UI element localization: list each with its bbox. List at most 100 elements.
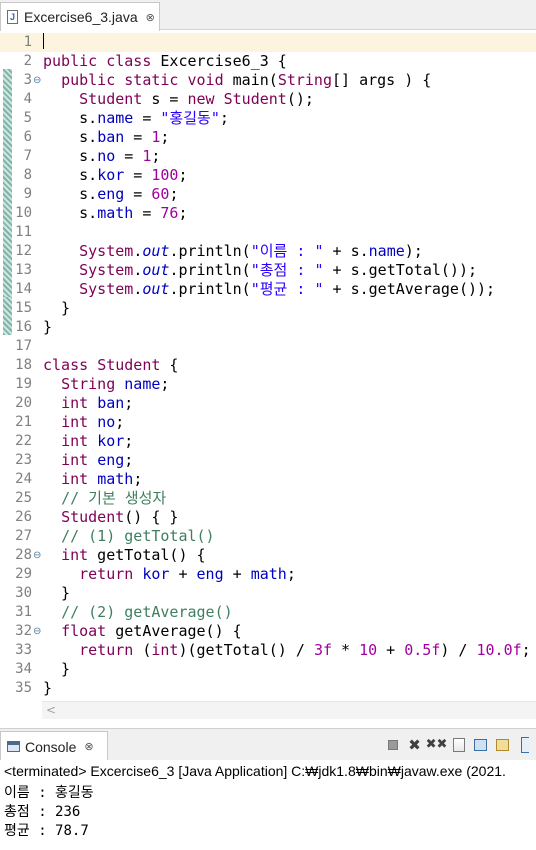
line-number: 23	[15, 452, 32, 468]
line-number: 19	[15, 376, 32, 392]
code-text: s.eng = 60;	[43, 185, 179, 203]
code-line[interactable]: 6 s.ban = 1;	[0, 128, 536, 147]
clear-console-icon[interactable]	[449, 735, 468, 754]
remove-launch-icon[interactable]: ✖	[405, 735, 424, 754]
code-line[interactable]: 9 s.eng = 60;	[0, 185, 536, 204]
display-console-icon[interactable]	[515, 735, 534, 754]
code-text: return (int)(getTotal() / 3f * 10 + 0.5f…	[79, 641, 531, 659]
code-text: Student s = new Student();	[79, 90, 314, 108]
close-icon[interactable]: ⊗	[84, 740, 93, 753]
line-number: 25	[15, 490, 32, 506]
stop-icon[interactable]	[383, 735, 402, 754]
code-line[interactable]: 20 int ban;	[0, 394, 536, 413]
scroll-left-icon[interactable]: <	[46, 703, 56, 717]
fold-toggle-icon[interactable]: ⊖	[33, 622, 41, 641]
code-line[interactable]: 28 ⊖ int getTotal() {	[0, 546, 536, 565]
code-editor[interactable]: 1 2 public class Excercise6_3 {3 ⊖ public s…	[0, 31, 536, 701]
code-line[interactable]: 17	[0, 337, 536, 356]
line-number: 4	[23, 91, 32, 107]
code-text: s.ban = 1;	[43, 128, 170, 146]
java-file-icon: J	[7, 10, 18, 24]
code-text: int no;	[61, 413, 125, 431]
code-line[interactable]: 32 ⊖ float getAverage() {	[0, 622, 536, 641]
line-number: 2	[23, 53, 32, 69]
code-line[interactable]: 10 s.math = 76;	[0, 204, 536, 223]
editor-tab[interactable]: J Excercise6_3.java ⊗	[0, 2, 160, 31]
code-line[interactable]: 31 // (2) getAverage()	[0, 603, 536, 622]
code-line[interactable]: 24 int math;	[0, 470, 536, 489]
code-text: class Student {	[43, 356, 179, 374]
line-number: 14	[15, 281, 32, 297]
code-text: s.no = 1;	[43, 147, 161, 165]
console-status: <terminated> Excercise6_3 [Java Applicat…	[4, 763, 506, 779]
console-toolbar: ✖ ✖✖	[383, 735, 534, 754]
code-line[interactable]: 27 // (1) getTotal()	[0, 527, 536, 546]
code-line[interactable]: 33 return (int)(getTotal() / 3f * 10 + 0…	[0, 641, 536, 660]
code-line[interactable]: 22 int kor;	[0, 432, 536, 451]
code-line[interactable]: 16}	[0, 318, 536, 337]
code-line[interactable]: 30 }	[0, 584, 536, 603]
code-text: float getAverage() {	[61, 622, 242, 640]
code-line[interactable]: 5 s.name = "홍길동";	[0, 109, 536, 128]
line-number: 6	[23, 129, 32, 145]
code-line[interactable]: 15 }	[0, 299, 536, 318]
line-number: 29	[15, 566, 32, 582]
code-text: s.kor = 100;	[43, 166, 188, 184]
remove-all-terminated-icon[interactable]: ✖✖	[426, 735, 448, 754]
code-line[interactable]: 23 int eng;	[0, 451, 536, 470]
code-line[interactable]: 13 System.out.println("총점 : " + s.getTot…	[0, 261, 536, 280]
pin-console-icon[interactable]	[493, 735, 512, 754]
fold-toggle-icon[interactable]: ⊖	[33, 71, 41, 90]
line-number: 27	[15, 528, 32, 544]
fold-toggle-icon[interactable]: ⊖	[33, 546, 41, 565]
line-number: 5	[23, 110, 32, 126]
code-line[interactable]: 35}	[0, 679, 536, 698]
line-number: 33	[15, 642, 32, 658]
code-line[interactable]: 14 System.out.println("평균 : " + s.getAve…	[0, 280, 536, 299]
code-line[interactable]: 3 ⊖ public static void main(String[] args…	[0, 71, 536, 90]
line-number: 17	[15, 338, 32, 354]
code-text: int kor;	[61, 432, 134, 450]
line-number: 10	[15, 205, 32, 221]
code-text: // (1) getTotal()	[61, 527, 215, 545]
console-output-area[interactable]: <terminated> Excercise6_3 [Java Applicat…	[0, 760, 536, 850]
code-line[interactable]: 7 s.no = 1;	[0, 147, 536, 166]
code-line[interactable]: 4 Student s = new Student();	[0, 90, 536, 109]
console-icon	[7, 741, 20, 752]
scroll-lock-icon[interactable]	[471, 735, 490, 754]
code-line[interactable]: 34 }	[0, 660, 536, 679]
code-line[interactable]: 21 int no;	[0, 413, 536, 432]
code-line[interactable]: 19 String name;	[0, 375, 536, 394]
console-tab[interactable]: Console ⊗	[0, 731, 108, 761]
code-line[interactable]: 18 class Student {	[0, 356, 536, 375]
code-text: }	[43, 299, 71, 317]
horizontal-scrollbar[interactable]: <	[42, 701, 536, 719]
code-text: Student() { }	[61, 508, 179, 526]
code-text: String name;	[61, 375, 170, 393]
code-text: }	[43, 660, 71, 678]
code-text: // 기본 생성자	[61, 489, 167, 507]
code-text: int math;	[61, 470, 143, 488]
line-number: 31	[15, 604, 32, 620]
line-number: 32	[15, 623, 32, 639]
code-text: s.name = "홍길동";	[43, 109, 229, 127]
line-number: 3	[23, 72, 32, 88]
code-line[interactable]: 11	[0, 223, 536, 242]
code-line[interactable]: 29 return kor + eng + math;	[0, 565, 536, 584]
code-text: public class Excercise6_3 {	[43, 52, 287, 70]
console-tab-title: Console	[25, 738, 77, 755]
code-line[interactable]: 2 public class Excercise6_3 {	[0, 52, 536, 71]
code-line[interactable]: 8 s.kor = 100;	[0, 166, 536, 185]
line-number: 1	[23, 34, 32, 50]
code-text: // (2) getAverage()	[61, 603, 233, 621]
console-output-line: 총점 : 236	[4, 804, 81, 820]
code-line[interactable]: 1	[0, 33, 536, 52]
close-icon[interactable]: ⊗	[146, 11, 155, 24]
code-text: System.out.println("평균 : " + s.getAverag…	[79, 280, 496, 298]
code-text: return kor + eng + math;	[79, 565, 296, 583]
line-number: 8	[23, 167, 32, 183]
code-text: int getTotal() {	[61, 546, 206, 564]
code-line[interactable]: 26 Student() { }	[0, 508, 536, 527]
code-line[interactable]: 25 // 기본 생성자	[0, 489, 536, 508]
code-line[interactable]: 12 System.out.println("이름 : " + s.name);	[0, 242, 536, 261]
